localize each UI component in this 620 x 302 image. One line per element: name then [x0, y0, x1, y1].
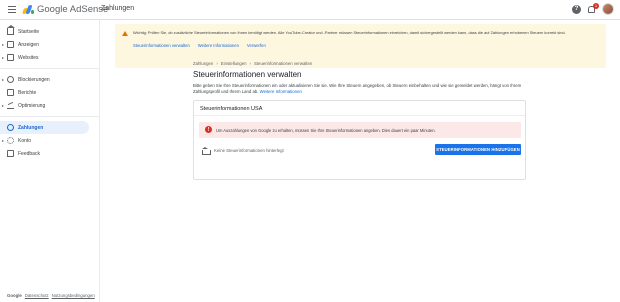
- sidebar-item-anzeigen[interactable]: ▸ Anzeigen: [0, 38, 99, 51]
- reports-icon: [7, 89, 14, 96]
- feedback-icon: [7, 150, 14, 157]
- sidebar-item-label: Feedback: [18, 150, 40, 157]
- breadcrumb-separator-icon: ›: [216, 61, 218, 66]
- expand-caret-icon: ▸: [2, 42, 5, 47]
- error-text: Um Auszahlungen von Google zu erhalten, …: [216, 128, 436, 133]
- intro-text: Bitte geben Sie Ihre Steuerinformationen…: [193, 83, 523, 95]
- sidebar-item-startseite[interactable]: Startseite: [0, 25, 99, 38]
- top-bar: Google AdSense Zahlungen ? 1: [0, 0, 620, 20]
- bank-icon: [202, 147, 211, 155]
- sidebar-item-blockierungen[interactable]: ▸ Blockierungen: [0, 73, 99, 86]
- sidebar-item-label: Berichte: [18, 89, 37, 96]
- sidebar-item-berichte[interactable]: Berichte: [0, 86, 99, 99]
- sidebar-item-optimierung[interactable]: ▸ Optimierung: [0, 99, 99, 112]
- sidebar-item-label: Blockierungen: [18, 76, 50, 83]
- help-icon[interactable]: ?: [572, 4, 581, 14]
- sidebar-item-label: Startseite: [18, 28, 40, 35]
- no-tax-info-text: Keine Steuerinformationen hinterlegt: [214, 148, 284, 153]
- adsense-logo[interactable]: Google AdSense: [21, 4, 109, 15]
- sidebar-divider: [0, 116, 99, 117]
- expand-caret-icon: ▸: [2, 138, 5, 143]
- breadcrumb-separator-icon: ›: [249, 61, 251, 66]
- breadcrumb-item[interactable]: Einstellungen: [221, 61, 247, 66]
- websites-icon: [7, 54, 14, 61]
- payments-icon: [7, 124, 14, 131]
- sidebar-item-zahlungen[interactable]: Zahlungen: [0, 121, 89, 134]
- sidebar-item-label: Anzeigen: [18, 41, 39, 48]
- learn-more-link[interactable]: Weitere Informationen: [198, 43, 239, 48]
- tax-info-status-row: Keine Steuerinformationen hinterlegt STE…: [199, 144, 521, 158]
- main-content: Wichtig: Prüfen Sie, ob zusätzliche Steu…: [101, 20, 620, 302]
- notifications-icon[interactable]: 1: [587, 2, 599, 14]
- add-tax-info-button[interactable]: STEUERINFORMATIONEN HINZUFÜGEN: [435, 144, 521, 155]
- expand-caret-icon: ▸: [2, 103, 5, 108]
- intro-learn-more-link[interactable]: Weitere Informationen: [260, 89, 302, 94]
- error-message-box: ! Um Auszahlungen von Google zu erhalten…: [199, 122, 521, 138]
- notification-badge: 1: [593, 2, 599, 9]
- us-tax-info-card: Steuerinformationen USA ! Um Auszahlunge…: [193, 100, 526, 180]
- privacy-link[interactable]: Datenschutz: [25, 293, 49, 298]
- sidebar: Startseite ▸ Anzeigen ▸ Websites ▸ Block…: [0, 20, 100, 302]
- block-icon: [7, 76, 14, 83]
- sidebar-item-websites[interactable]: ▸ Websites: [0, 51, 99, 64]
- footer-google-brand: Google: [7, 293, 22, 298]
- sidebar-item-label: Konto: [18, 137, 32, 144]
- sidebar-item-konto[interactable]: ▸ Konto: [0, 134, 99, 147]
- sidebar-item-feedback[interactable]: Feedback: [0, 147, 99, 160]
- terms-link[interactable]: Nutzungsbedingungen: [52, 293, 95, 298]
- breadcrumb-item: Steuerinformationen verwalten: [254, 61, 313, 66]
- sidebar-divider: [0, 68, 99, 69]
- page-title: Steuerinformationen verwalten: [193, 70, 302, 79]
- ads-icon: [7, 41, 14, 48]
- alert-text: Wichtig: Prüfen Sie, ob zusätzliche Steu…: [133, 30, 566, 35]
- tax-info-alert-banner: Wichtig: Prüfen Sie, ob zusätzliche Steu…: [115, 24, 606, 68]
- intro-body: Bitte geben Sie Ihre Steuerinformationen…: [193, 83, 522, 94]
- page-heading: Zahlungen: [101, 5, 135, 12]
- breadcrumb: Zahlungen › Einstellungen › Steuerinform…: [193, 61, 312, 66]
- sidebar-item-label: Optimierung: [18, 102, 46, 109]
- warning-icon: [122, 31, 128, 36]
- sidebar-item-label: Zahlungen: [18, 124, 44, 131]
- hamburger-menu-icon[interactable]: [5, 3, 19, 17]
- error-icon: !: [205, 126, 212, 133]
- card-title: Steuerinformationen USA: [200, 106, 263, 112]
- manage-tax-info-link[interactable]: Steuerinformationen verwalten: [133, 43, 190, 48]
- optimization-icon: [7, 102, 14, 109]
- logo-text: Google AdSense: [37, 4, 109, 15]
- expand-caret-icon: ▸: [2, 55, 5, 60]
- home-icon: [7, 25, 15, 35]
- card-divider: [194, 115, 525, 116]
- breadcrumb-item[interactable]: Zahlungen: [193, 61, 213, 66]
- adsense-logo-icon: [21, 5, 34, 14]
- sidebar-footer: Google Datenschutz Nutzungsbedingungen: [7, 293, 95, 298]
- expand-caret-icon: ▸: [2, 77, 5, 82]
- avatar[interactable]: [602, 3, 614, 15]
- account-gear-icon: [7, 137, 14, 144]
- dismiss-link[interactable]: Verwerfen: [247, 43, 266, 48]
- sidebar-item-label: Websites: [18, 54, 39, 61]
